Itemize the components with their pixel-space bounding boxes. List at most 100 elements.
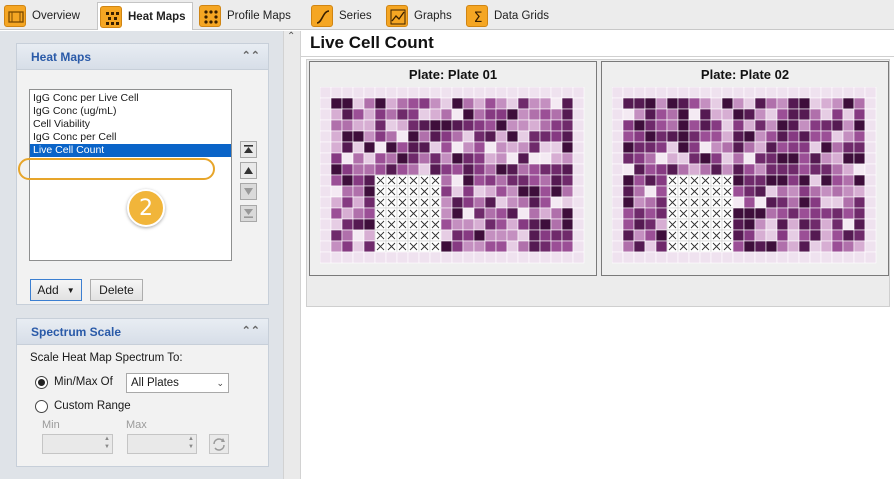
well-cell[interactable]: [473, 196, 486, 209]
well-cell[interactable]: [864, 218, 877, 231]
well-cell[interactable]: [330, 141, 343, 154]
well-cell[interactable]: [743, 218, 756, 231]
well-cell[interactable]: [853, 141, 866, 154]
well-cell[interactable]: [787, 97, 800, 110]
well-cell[interactable]: [462, 218, 475, 231]
well-cell[interactable]: [633, 207, 646, 220]
well-cell[interactable]: [776, 108, 789, 121]
well-cell[interactable]: [440, 87, 453, 99]
well-cell[interactable]: [787, 152, 800, 165]
well-cell[interactable]: [743, 119, 756, 132]
well-cell[interactable]: [820, 174, 833, 187]
well-cell[interactable]: [429, 119, 442, 132]
plate-heat-map[interactable]: [320, 87, 585, 265]
well-cell[interactable]: [462, 174, 475, 187]
well-cell[interactable]: [622, 87, 635, 99]
well-cell[interactable]: [853, 108, 866, 121]
well-cell[interactable]: [809, 130, 822, 143]
well-cell[interactable]: [495, 152, 508, 165]
well-cell[interactable]: [754, 152, 767, 165]
well-cell[interactable]: [622, 97, 635, 110]
well-cell[interactable]: [451, 108, 464, 121]
well-cell[interactable]: [853, 218, 866, 231]
well-cell[interactable]: [374, 108, 387, 121]
well-cell[interactable]: [612, 163, 624, 176]
well-cell[interactable]: [561, 108, 574, 121]
well-cell[interactable]: [528, 207, 541, 220]
well-cell[interactable]: [655, 108, 668, 121]
well-cell[interactable]: [710, 251, 723, 264]
well-cell[interactable]: [320, 108, 332, 121]
well-cell[interactable]: [677, 119, 690, 132]
well-cell[interactable]: [495, 196, 508, 209]
well-cell[interactable]: [572, 163, 585, 176]
well-cell[interactable]: [853, 152, 866, 165]
well-cell[interactable]: [743, 174, 756, 187]
well-cell[interactable]: [842, 218, 855, 231]
well-cell[interactable]: [539, 251, 552, 264]
well-cell[interactable]: [396, 130, 409, 143]
well-cell[interactable]: [633, 141, 646, 154]
well-cell[interactable]: [831, 130, 844, 143]
well-cell[interactable]: [633, 185, 646, 198]
well-cell[interactable]: [743, 87, 756, 99]
well-cell[interactable]: [539, 87, 552, 99]
well-cell[interactable]: [462, 108, 475, 121]
well-cell[interactable]: [506, 87, 519, 99]
well-cell[interactable]: [429, 163, 442, 176]
well-cell[interactable]: [495, 87, 508, 99]
well-cell[interactable]: [429, 87, 442, 99]
well-cell[interactable]: [484, 119, 497, 132]
well-cell[interactable]: [440, 229, 453, 242]
well-cell[interactable]: [612, 119, 624, 132]
well-cell[interactable]: [506, 163, 519, 176]
well-cell[interactable]: [743, 240, 756, 253]
well-cell[interactable]: [831, 108, 844, 121]
well-cell[interactable]: [495, 251, 508, 264]
well-cell[interactable]: [765, 97, 778, 110]
well-cell[interactable]: [572, 207, 585, 220]
well-cell[interactable]: [776, 240, 789, 253]
well-cell[interactable]: [451, 87, 464, 99]
well-cell[interactable]: [612, 87, 624, 99]
well-cell[interactable]: [743, 229, 756, 242]
well-cell[interactable]: [765, 87, 778, 99]
well-cell[interactable]: [550, 108, 563, 121]
well-cell[interactable]: [754, 87, 767, 99]
well-cell[interactable]: [622, 229, 635, 242]
list-item[interactable]: IgG Conc (ug/mL): [30, 105, 231, 118]
well-cell[interactable]: [363, 152, 376, 165]
well-cell[interactable]: [820, 185, 833, 198]
well-cell[interactable]: [864, 141, 877, 154]
well-cell[interactable]: [820, 163, 833, 176]
well-cell[interactable]: [743, 185, 756, 198]
well-cell[interactable]: [352, 130, 365, 143]
well-cell[interactable]: [864, 87, 877, 99]
well-cell[interactable]: [798, 97, 811, 110]
well-cell[interactable]: [451, 207, 464, 220]
well-cell[interactable]: [352, 185, 365, 198]
well-cell[interactable]: [710, 130, 723, 143]
well-cell[interactable]: [721, 119, 734, 132]
collapse-arrow-icon[interactable]: ⌃: [287, 31, 295, 42]
well-cell[interactable]: [352, 163, 365, 176]
well-cell[interactable]: [612, 240, 624, 253]
well-cell[interactable]: [809, 218, 822, 231]
well-cell[interactable]: [798, 196, 811, 209]
spectrum-scale-header[interactable]: Spectrum Scale ⌃⌃: [17, 319, 268, 345]
well-cell[interactable]: [732, 207, 745, 220]
well-cell[interactable]: [528, 97, 541, 110]
well-cell[interactable]: [853, 130, 866, 143]
well-cell[interactable]: [612, 229, 624, 242]
well-cell[interactable]: [320, 207, 332, 220]
well-cell[interactable]: [550, 207, 563, 220]
well-cell[interactable]: [677, 108, 690, 121]
well-cell[interactable]: [633, 229, 646, 242]
well-cell[interactable]: [776, 229, 789, 242]
well-cell[interactable]: [809, 207, 822, 220]
well-cell[interactable]: [787, 174, 800, 187]
well-cell[interactable]: [407, 87, 420, 99]
well-cell[interactable]: [666, 163, 679, 176]
well-cell[interactable]: [528, 163, 541, 176]
well-cell[interactable]: [451, 141, 464, 154]
